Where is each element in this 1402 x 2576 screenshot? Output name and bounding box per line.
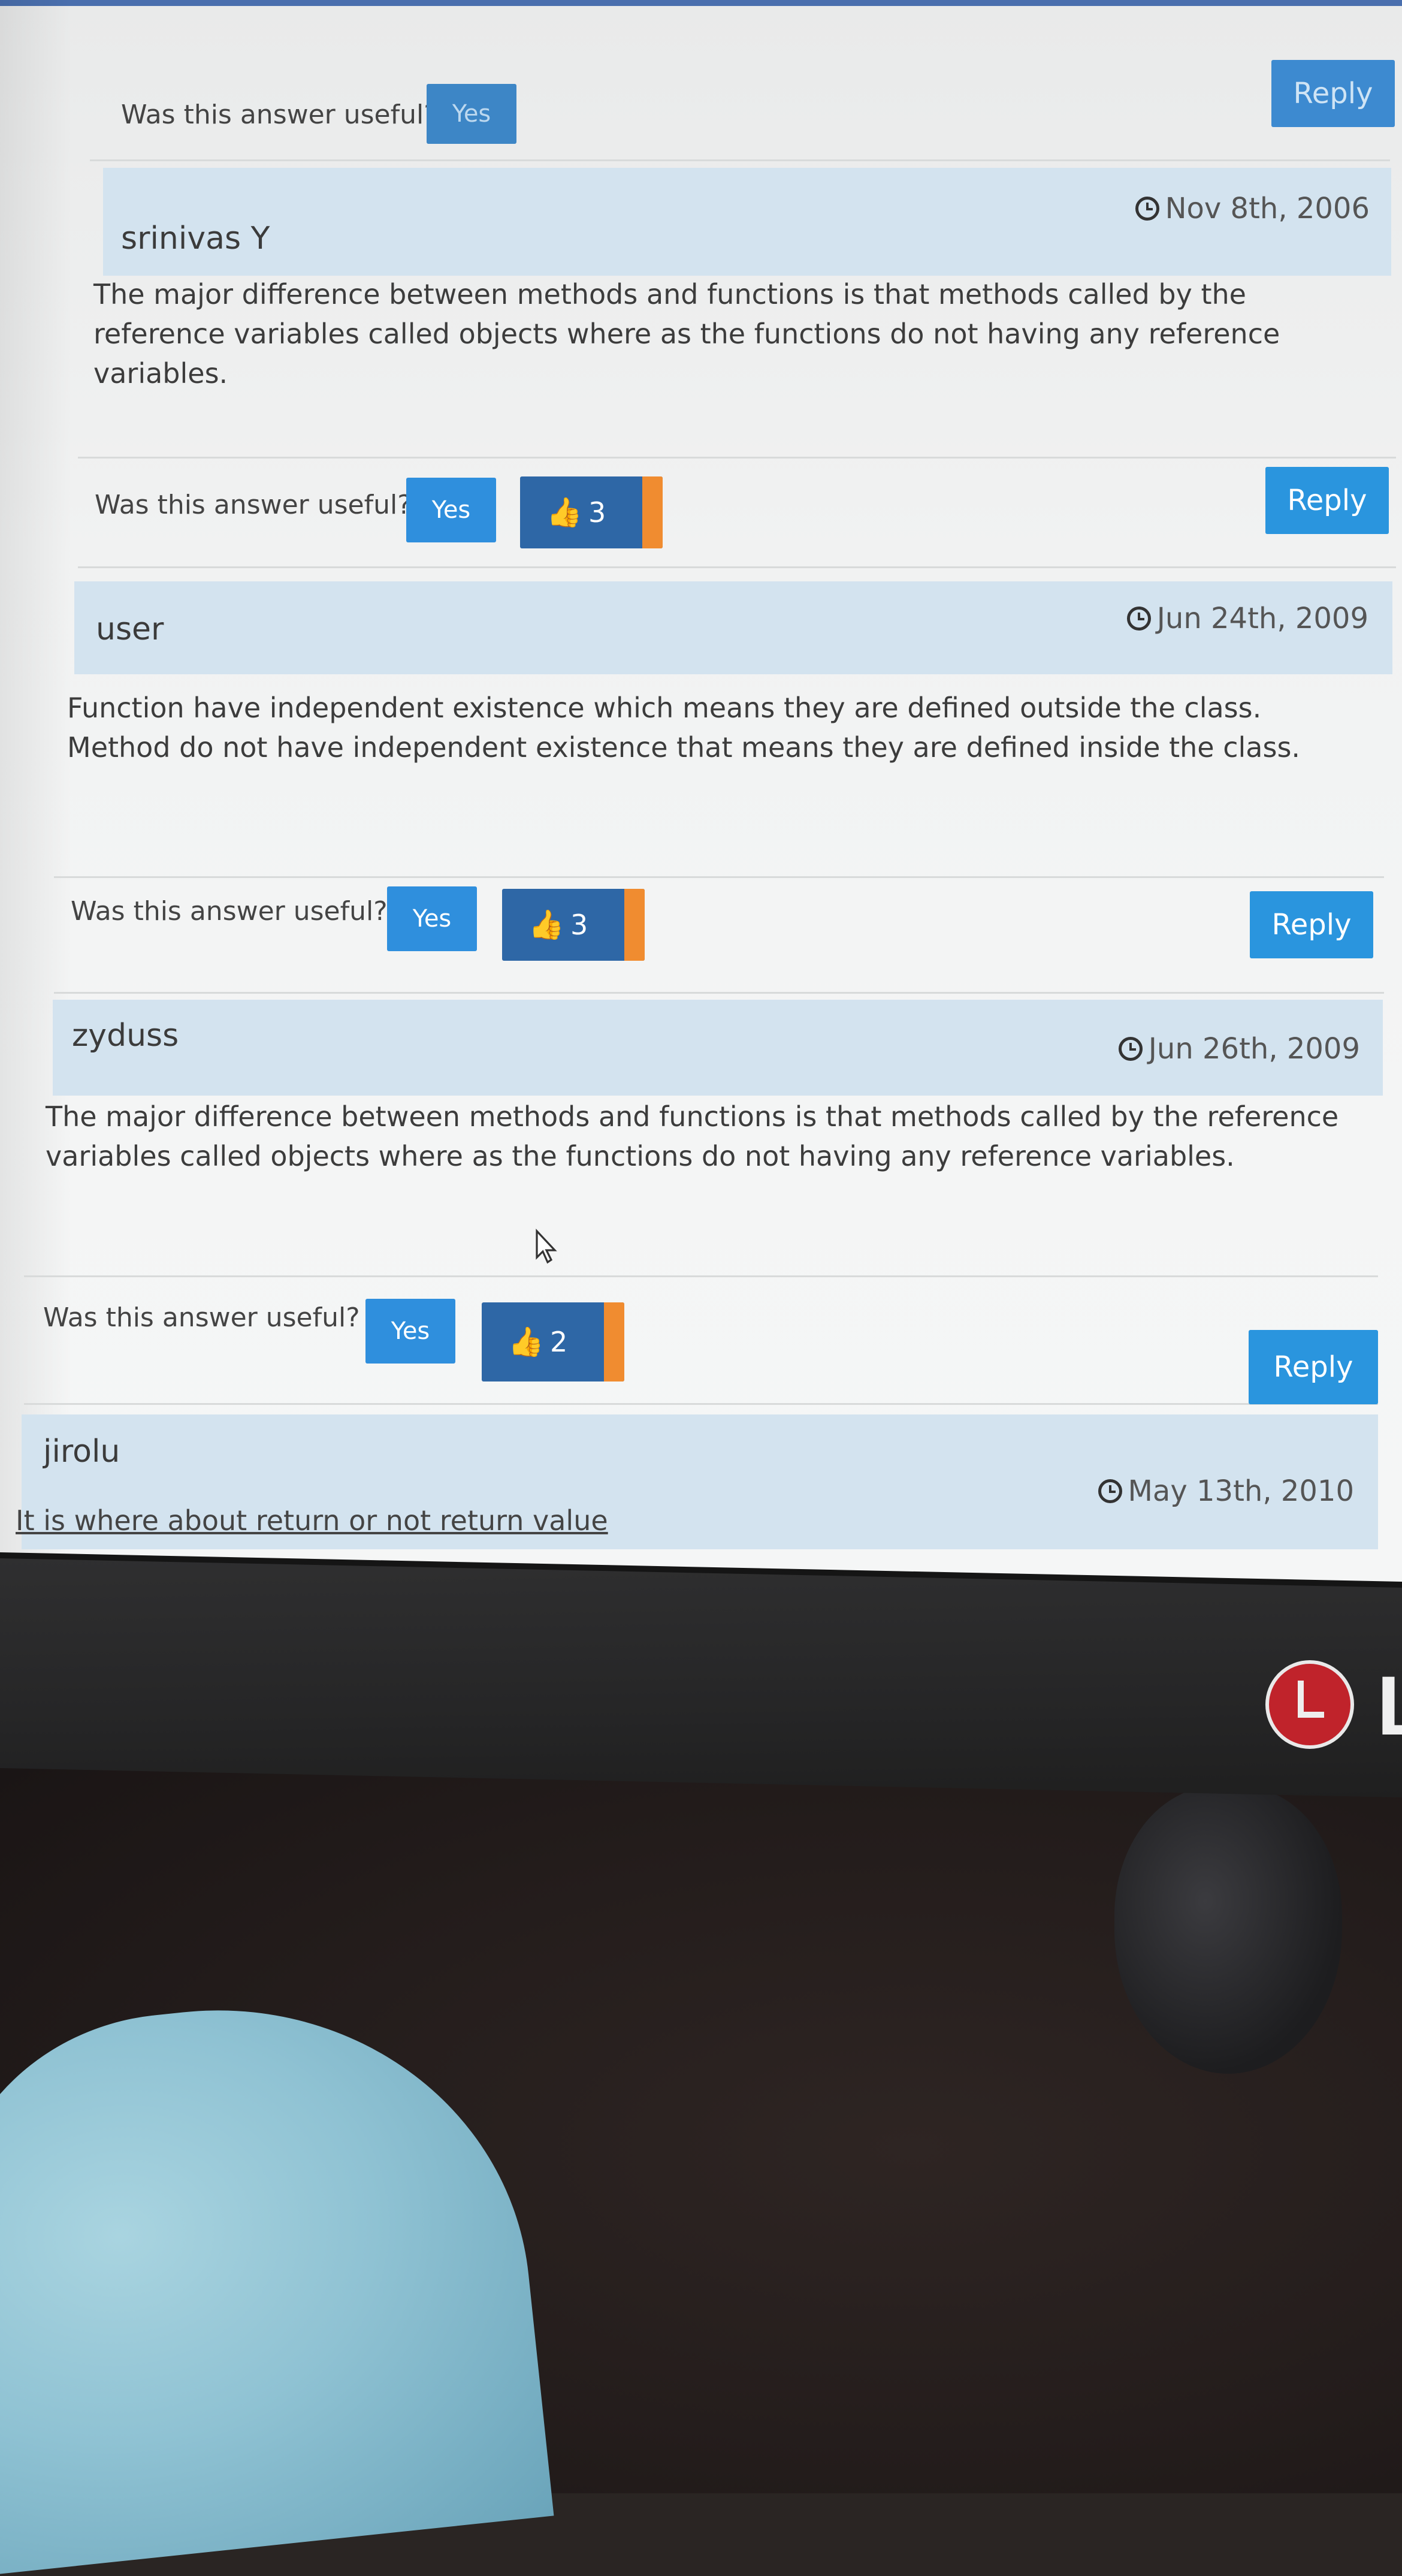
answer-header: user Jun 24th, 2009: [74, 581, 1392, 674]
yes-button[interactable]: Yes: [387, 886, 477, 951]
author-name[interactable]: jirolu: [43, 1434, 120, 1470]
brand-letter: L: [1377, 1664, 1402, 1748]
vote-accent-stripe: [642, 476, 663, 548]
answer-text: The major difference between methods and…: [46, 1100, 1339, 1172]
post-date: Jun 24th, 2009: [1126, 602, 1368, 635]
yes-button[interactable]: Yes: [365, 1299, 455, 1364]
yes-button[interactable]: Yes: [406, 478, 496, 542]
post-date: Nov 8th, 2006: [1135, 192, 1370, 225]
post-date-text: May 13th, 2010: [1128, 1474, 1354, 1508]
clock-icon: [1098, 1479, 1122, 1503]
vote-count: 2: [550, 1326, 568, 1358]
answer-header: zyduss Jun 26th, 2009: [53, 1000, 1383, 1096]
clock-icon: [1135, 197, 1159, 221]
author-name[interactable]: zyduss: [72, 1018, 179, 1054]
answer-feedback-row: Was this answer useful? Yes 👍 3 Reply: [54, 876, 1384, 994]
vote-count-badge[interactable]: 👍 3: [520, 476, 663, 548]
vote-count: 3: [570, 909, 588, 941]
thumbs-up-icon: 👍: [546, 496, 582, 529]
browser-top-strip: [0, 0, 1402, 6]
useful-question-label: Was this answer useful?: [121, 99, 438, 130]
useful-question-label: Was this answer useful?: [43, 1302, 360, 1333]
thumbs-up-icon: 👍: [528, 908, 564, 942]
reply-button[interactable]: Reply: [1249, 1330, 1378, 1404]
author-name[interactable]: user: [96, 611, 164, 647]
post-date-text: Nov 8th, 2006: [1165, 192, 1370, 225]
vote-accent-stripe: [624, 889, 645, 961]
post-date-text: Jun 26th, 2009: [1148, 1032, 1360, 1066]
answer-text: Function have independent existence whic…: [67, 692, 1301, 764]
vote-accent-stripe: [604, 1302, 624, 1381]
answer-text: The major difference between methods and…: [93, 278, 1280, 390]
vote-count-badge[interactable]: 👍 2: [482, 1302, 624, 1381]
post-date-text: Jun 24th, 2009: [1156, 602, 1368, 635]
answer-feedback-row: Was this answer useful? Yes 👍 3 Reply: [78, 457, 1396, 568]
post-date: May 13th, 2010: [1098, 1474, 1354, 1508]
answer-feedback-row: Was this answer useful? Yes 👍 2 Reply: [24, 1275, 1378, 1405]
monitor-stand: [1114, 1786, 1342, 2074]
vote-count-badge[interactable]: 👍 3: [502, 889, 645, 961]
vote-count: 3: [588, 496, 606, 529]
useful-question-label: Was this answer useful?: [95, 490, 412, 520]
brand-logo-icon: [1265, 1660, 1354, 1749]
reply-button[interactable]: Reply: [1250, 891, 1373, 958]
yes-button[interactable]: Yes: [427, 84, 516, 144]
useful-question-label: Was this answer useful?: [71, 896, 388, 927]
clock-icon: [1126, 607, 1151, 631]
answer-text: It is where about return or not return v…: [16, 1504, 608, 1537]
post-date: Jun 26th, 2009: [1118, 1032, 1360, 1066]
reply-button[interactable]: Reply: [1271, 60, 1395, 127]
monitor-bezel: [0, 1558, 1402, 1798]
author-name[interactable]: srinivas Y: [121, 221, 270, 257]
monitor-screen: Was this answer useful? Yes Reply sriniv…: [0, 0, 1402, 1594]
clock-icon: [1118, 1037, 1143, 1061]
answer-header: srinivas Y Nov 8th, 2006: [103, 168, 1391, 276]
reply-button[interactable]: Reply: [1265, 467, 1389, 534]
thumbs-up-icon: 👍: [508, 1325, 544, 1359]
answer-feedback-row: Was this answer useful? Yes Reply: [90, 40, 1395, 161]
mouse-cursor-icon: [536, 1229, 557, 1264]
